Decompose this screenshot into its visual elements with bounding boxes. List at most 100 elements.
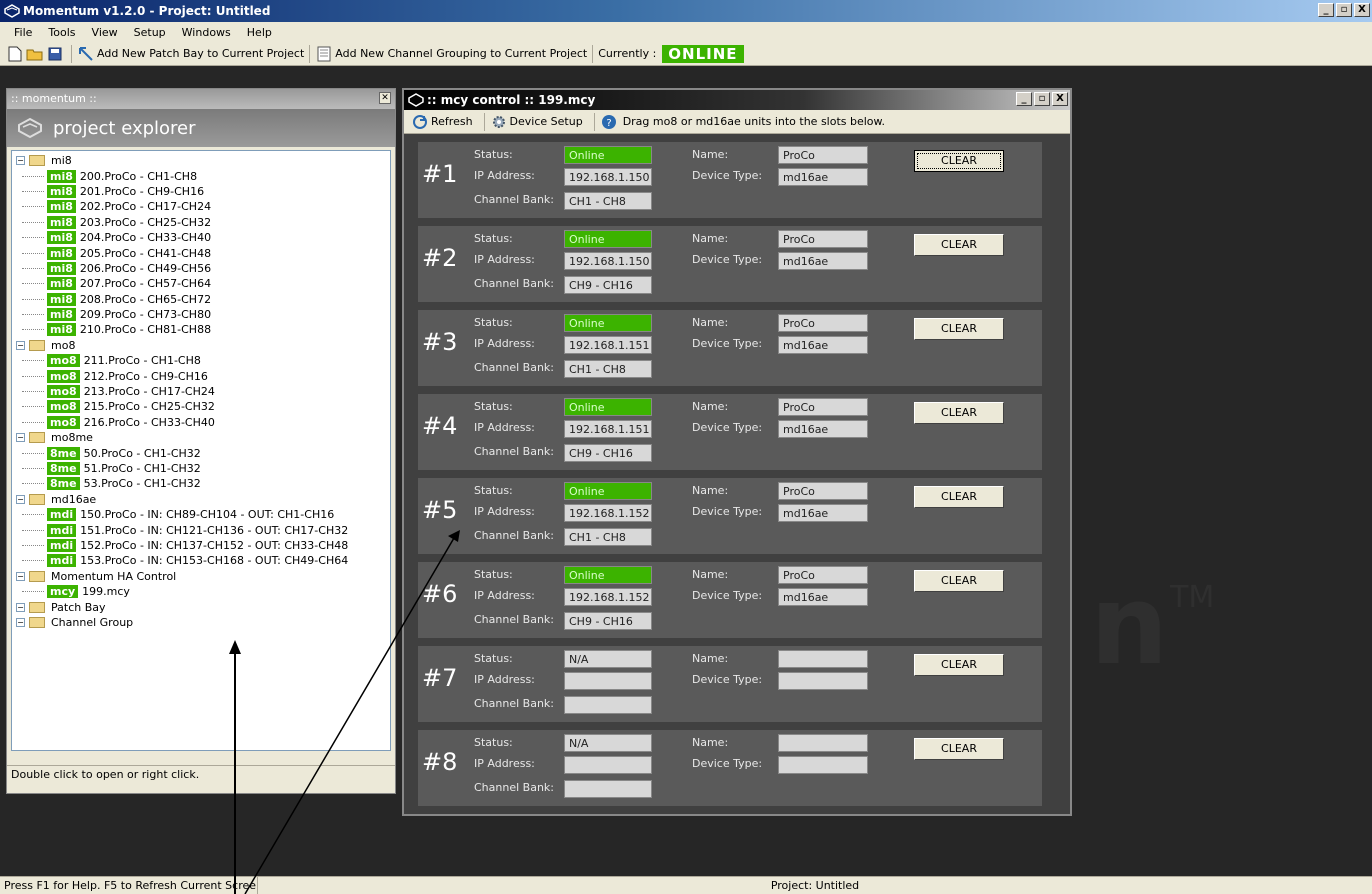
clear-button[interactable]: CLEAR	[914, 654, 1004, 676]
tree-item[interactable]: mdi 152.ProCo - IN: CH137-CH152 - OUT: CH…	[12, 538, 390, 553]
menu-view[interactable]: View	[84, 26, 126, 39]
tree-item[interactable]: mi8 203.ProCo - CH25-CH32	[12, 215, 390, 230]
tree-folder[interactable]: − md16ae	[12, 492, 390, 507]
clear-button[interactable]: CLEAR	[914, 150, 1004, 172]
expand-toggle-icon[interactable]: −	[16, 571, 25, 581]
device-setup-button[interactable]: Device Setup	[510, 115, 583, 128]
menu-tools[interactable]: Tools	[40, 26, 83, 39]
main-toolbar: Add New Patch Bay to Current Project Add…	[0, 42, 1372, 66]
tree-item[interactable]: mo8 216.ProCo - CH33-CH40	[12, 415, 390, 430]
tree-item[interactable]: mi8 207.ProCo - CH57-CH64	[12, 276, 390, 291]
add-patch-bay-button[interactable]: Add New Patch Bay to Current Project	[97, 47, 304, 60]
minimize-button[interactable]: _	[1318, 3, 1334, 17]
clear-button[interactable]: CLEAR	[914, 738, 1004, 760]
tree-folder[interactable]: − Channel Group	[12, 615, 390, 630]
channel-bank-label: Channel Bank:	[474, 277, 554, 290]
tree-item[interactable]: mi8 200.ProCo - CH1-CH8	[12, 168, 390, 183]
tree-item[interactable]: mi8 210.ProCo - CH81-CH88	[12, 322, 390, 337]
clear-button[interactable]: CLEAR	[914, 570, 1004, 592]
app-title: Momentum v1.2.0 - Project: Untitled	[23, 4, 271, 18]
tree-item[interactable]: mo8 211.ProCo - CH1-CH8	[12, 353, 390, 368]
expand-toggle-icon[interactable]: −	[16, 494, 25, 504]
tree-item[interactable]: mi8 208.ProCo - CH65-CH72	[12, 292, 390, 307]
tree-item[interactable]: mdi 150.ProCo - IN: CH89-CH104 - OUT: CH1…	[12, 507, 390, 522]
explorer-close-button[interactable]: ✕	[379, 92, 391, 104]
refresh-button[interactable]: Refresh	[431, 115, 473, 128]
expand-toggle-icon[interactable]: −	[16, 617, 25, 627]
clear-button[interactable]: CLEAR	[914, 234, 1004, 256]
device-slot[interactable]: #7 Status: IP Address: Channel Bank: N/A Name…	[418, 646, 1042, 722]
menu-setup[interactable]: Setup	[126, 26, 174, 39]
add-channel-grouping-button[interactable]: Add New Channel Grouping to Current Proj…	[335, 47, 587, 60]
tree-item[interactable]: mdi 151.ProCo - IN: CH121-CH136 - OUT: CH…	[12, 522, 390, 537]
tree-item[interactable]: mi8 201.ProCo - CH9-CH16	[12, 184, 390, 199]
device-slot[interactable]: #4 Status: IP Address: Channel Bank: Online 1…	[418, 394, 1042, 470]
device-slot[interactable]: #3 Status: IP Address: Channel Bank: Online 1…	[418, 310, 1042, 386]
tree-item[interactable]: 8me 50.ProCo - CH1-CH32	[12, 445, 390, 460]
slot-number: #5	[422, 496, 458, 524]
close-button[interactable]: X	[1354, 3, 1370, 17]
help-icon[interactable]: ?	[601, 114, 617, 130]
tree-folder-label: mo8me	[51, 431, 93, 445]
device-type-label: Device Type:	[692, 589, 763, 602]
tree-item[interactable]: mi8 205.ProCo - CH41-CH48	[12, 245, 390, 260]
status-label: Status:	[474, 400, 513, 413]
project-tree[interactable]: − mi8 mi8 200.ProCo - CH1-CH8 mi8 201.ProCo -…	[11, 150, 391, 751]
device-slot[interactable]: #6 Status: IP Address: Channel Bank: Online 1…	[418, 562, 1042, 638]
tree-folder[interactable]: − mi8	[12, 153, 390, 168]
device-slot[interactable]: #2 Status: IP Address: Channel Bank: Online 1…	[418, 226, 1042, 302]
tree-item[interactable]: mo8 212.ProCo - CH9-CH16	[12, 368, 390, 383]
device-slot[interactable]: #1 Status: IP Address: Channel Bank: Online 1…	[418, 142, 1042, 218]
tree-item-label: 50.ProCo - CH1-CH32	[83, 446, 201, 460]
tree-item-label: 153.ProCo - IN: CH153-CH168 - OUT: CH49-…	[80, 554, 349, 568]
save-icon[interactable]	[46, 45, 64, 63]
tree-item-label: 210.ProCo - CH81-CH88	[79, 323, 212, 337]
clear-button[interactable]: CLEAR	[914, 486, 1004, 508]
ip-address-label: IP Address:	[474, 169, 535, 182]
menu-file[interactable]: File	[6, 26, 40, 39]
tree-item[interactable]: 8me 53.ProCo - CH1-CH32	[12, 476, 390, 491]
tree-item[interactable]: 8me 51.ProCo - CH1-CH32	[12, 461, 390, 476]
menu-windows[interactable]: Windows	[174, 26, 239, 39]
status-field: Online	[564, 314, 652, 332]
slot-number: #7	[422, 664, 458, 692]
svg-text:?: ?	[606, 118, 611, 129]
mcy-maximize-button[interactable]: ▫	[1034, 92, 1050, 106]
clear-button[interactable]: CLEAR	[914, 402, 1004, 424]
tree-connector	[22, 468, 44, 469]
toolbar-separator	[592, 44, 594, 63]
tree-folder[interactable]: − mo8me	[12, 430, 390, 445]
tree-item[interactable]: mi8 206.ProCo - CH49-CH56	[12, 261, 390, 276]
tree-item[interactable]: mi8 204.ProCo - CH33-CH40	[12, 230, 390, 245]
tree-item[interactable]: mo8 213.ProCo - CH17-CH24	[12, 384, 390, 399]
tree-item[interactable]: mcy 199.mcy	[12, 584, 390, 599]
tree-folder[interactable]: − Momentum HA Control	[12, 569, 390, 584]
expand-toggle-icon[interactable]: −	[16, 433, 25, 443]
tree-folder[interactable]: − mo8	[12, 338, 390, 353]
device-badge: mdi	[47, 538, 77, 552]
explorer-banner: project explorer	[7, 109, 395, 147]
tree-connector	[22, 591, 44, 593]
device-slot[interactable]: #5 Status: IP Address: Channel Bank: Online 1…	[418, 478, 1042, 554]
tree-item[interactable]: mo8 215.ProCo - CH25-CH32	[12, 399, 390, 414]
maximize-button[interactable]: ▫	[1336, 3, 1352, 17]
mcy-close-button[interactable]: X	[1052, 92, 1068, 106]
tree-folder[interactable]: − Patch Bay	[12, 599, 390, 614]
device-slot[interactable]: #8 Status: IP Address: Channel Bank: N/A Name…	[418, 730, 1042, 806]
tree-item[interactable]: mdi 153.ProCo - IN: CH153-CH168 - OUT: CH…	[12, 553, 390, 568]
tree-item[interactable]: mi8 202.ProCo - CH17-CH24	[12, 199, 390, 214]
tree-item[interactable]: mi8 209.ProCo - CH73-CH80	[12, 307, 390, 322]
status-field: N/A	[564, 650, 652, 668]
new-file-icon[interactable]	[6, 45, 24, 63]
expand-toggle-icon[interactable]: −	[16, 340, 25, 350]
mcy-minimize-button[interactable]: _	[1016, 92, 1032, 106]
ip-address-label: IP Address:	[474, 505, 535, 518]
expand-toggle-icon[interactable]: −	[16, 156, 25, 166]
clear-button[interactable]: CLEAR	[914, 318, 1004, 340]
explorer-header-label: :: momentum ::	[11, 92, 97, 105]
expand-toggle-icon[interactable]: −	[16, 602, 25, 612]
channel-bank-label: Channel Bank:	[474, 445, 554, 458]
name-field: ProCo	[778, 146, 868, 164]
menu-help[interactable]: Help	[239, 26, 280, 39]
open-folder-icon[interactable]	[26, 45, 44, 63]
